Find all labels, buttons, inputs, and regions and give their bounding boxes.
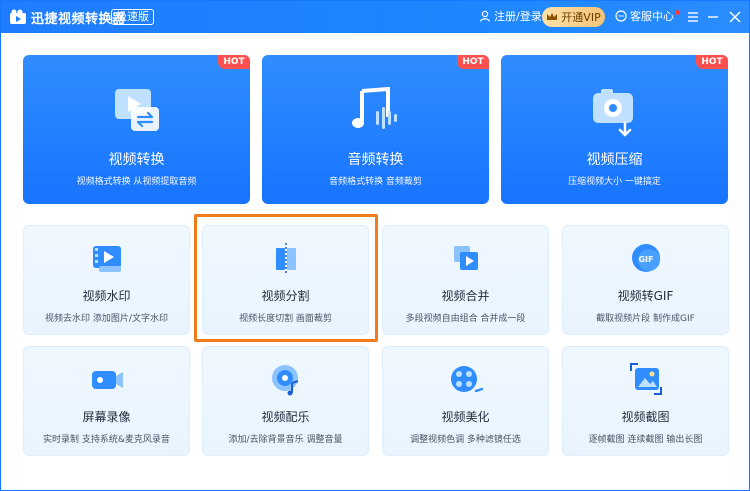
app-window: 迅捷视频转换器 极速版 注册/登录 开通VIP 客服中心 HOT 视频转换 视频…: [0, 0, 750, 491]
audio-convert-icon: [351, 86, 397, 129]
card-video-convert[interactable]: HOT 视频转换 视频格式转换 从视频提取音频: [23, 55, 250, 204]
merge-icon: [453, 246, 478, 270]
crown-icon: [547, 13, 558, 20]
card-subtitle: 音频格式转换 音频裁剪: [329, 177, 422, 187]
tool-screen-record[interactable]: 屏幕录像 实时录制 支持系统&麦克风录音: [23, 346, 190, 456]
card-title: 视频压缩: [586, 152, 643, 168]
tool-merge[interactable]: 视频合并 多段视频自由组合 合并成一段: [382, 225, 549, 335]
tool-subtitle: 多段视频自由组合 合并成一段: [405, 314, 526, 324]
vip-button[interactable]: 开通VIP: [542, 7, 605, 27]
tool-subtitle: 实时录制 支持系统&麦克风录音: [43, 435, 170, 445]
beautify-icon: [450, 366, 483, 393]
minimize-button[interactable]: [705, 9, 721, 25]
tool-beautify[interactable]: 视频美化 调整视频色调 多种滤镜任选: [382, 346, 549, 456]
tool-subtitle: 逐帧截图 连续截图 输出长图: [588, 435, 703, 445]
tool-title: 视频水印: [82, 289, 131, 303]
tool-screenshot[interactable]: 视频截图 逐帧截图 连续截图 输出长图: [562, 346, 729, 456]
gif-icon: GIF: [631, 244, 660, 272]
watermark-icon: [92, 246, 121, 272]
tool-watermark[interactable]: 视频水印 视频去水印 添加图片/文字水印: [23, 225, 190, 335]
tool-subtitle: 视频长度切割 画面裁剪: [239, 314, 332, 324]
login-link[interactable]: 注册/登录: [479, 8, 542, 24]
tool-split[interactable]: 视频分割 视频长度切割 画面裁剪: [202, 225, 369, 335]
hot-badge: HOT: [696, 55, 728, 69]
tool-subtitle: 视频去水印 添加图片/文字水印: [45, 314, 168, 324]
tool-music[interactable]: 视频配乐 添加/去除背景音乐 调整音量: [202, 346, 369, 456]
tool-title: 视频美化: [441, 410, 490, 424]
title-bar: 迅捷视频转换器 极速版 注册/登录 开通VIP 客服中心: [1, 1, 749, 33]
card-subtitle: 视频格式转换 从视频提取音频: [76, 177, 197, 187]
card-title: 视频转换: [108, 152, 165, 168]
chat-icon: [615, 10, 627, 22]
tool-title: 视频分割: [261, 289, 310, 303]
notification-dot: [675, 10, 680, 15]
tool-title: 视频转GIF: [617, 289, 674, 303]
service-center-link[interactable]: 客服中心: [615, 8, 674, 24]
card-subtitle: 压缩视频大小 一键搞定: [568, 177, 661, 187]
login-label: 注册/登录: [494, 10, 542, 23]
video-convert-icon: [114, 89, 159, 131]
tool-subtitle: 截取视频片段 制作成GIF: [596, 314, 695, 324]
hot-badge: HOT: [218, 55, 250, 69]
close-button[interactable]: [727, 9, 743, 25]
tool-title: 屏幕录像: [82, 410, 131, 424]
tool-title: 视频配乐: [261, 410, 310, 424]
video-compress-icon: [592, 89, 633, 137]
menu-button[interactable]: [685, 9, 701, 25]
screen-record-icon: [91, 371, 123, 389]
tool-title: 视频合并: [441, 289, 490, 303]
hot-badge: HOT: [457, 55, 489, 69]
split-icon: [275, 243, 296, 274]
close-icon: [729, 11, 741, 23]
app-logo-icon: [10, 9, 26, 24]
tool-gif[interactable]: GIF 视频转GIF 截取视频片段 制作成GIF: [562, 225, 729, 335]
minimize-icon: [708, 16, 718, 18]
card-title: 音频转换: [347, 152, 404, 168]
tool-title: 视频截图: [621, 410, 670, 424]
screenshot-icon: [629, 363, 662, 395]
edition-badge: 极速版: [111, 9, 154, 25]
tool-subtitle: 添加/去除背景音乐 调整音量: [228, 435, 343, 445]
service-label: 客服中心: [630, 10, 674, 23]
user-icon: [479, 10, 491, 22]
card-audio-convert[interactable]: HOT 音频转换 音频格式转换 音频裁剪: [262, 55, 489, 204]
card-video-compress[interactable]: HOT 视频压缩 压缩视频大小 一键搞定: [501, 55, 728, 204]
svg-text:GIF: GIF: [638, 255, 653, 264]
vip-label: 开通VIP: [561, 11, 601, 24]
tool-subtitle: 调整视频色调 多种滤镜任选: [410, 435, 521, 445]
menu-icon: [688, 12, 698, 22]
music-icon: [271, 365, 298, 396]
